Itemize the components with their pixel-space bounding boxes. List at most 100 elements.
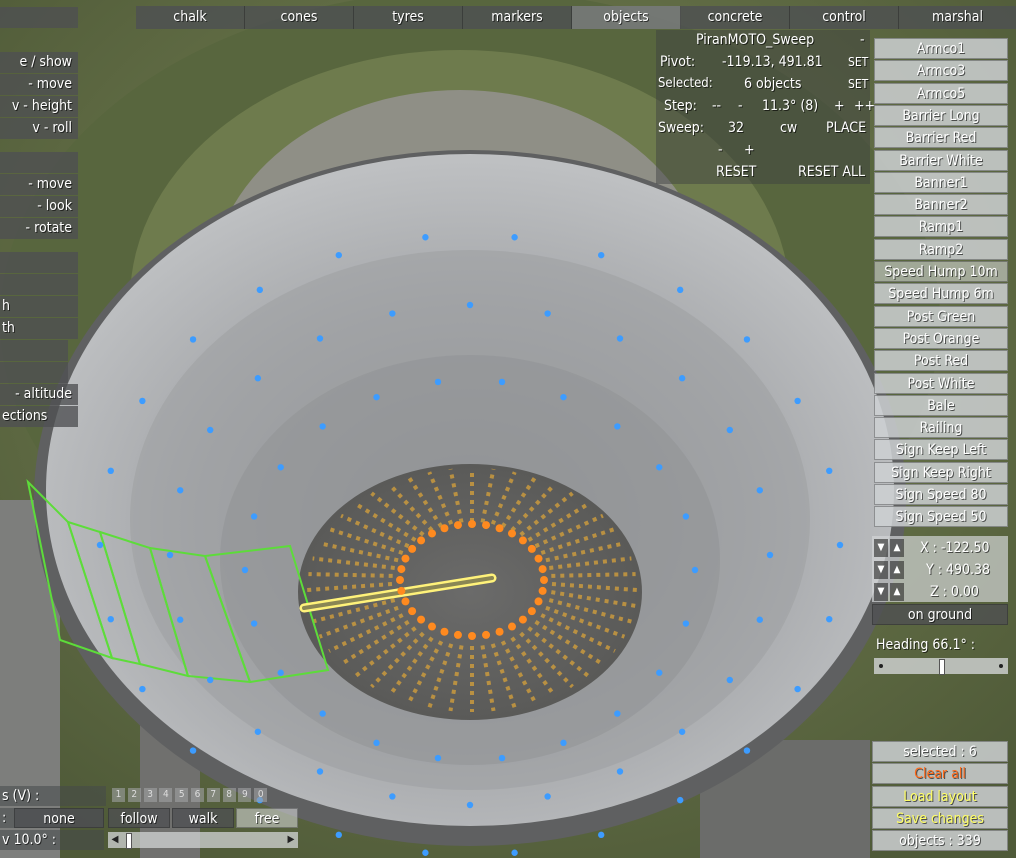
- marker-dot: [206, 676, 214, 684]
- left-btn-13[interactable]: [0, 340, 68, 361]
- left-btn-15[interactable]: - altitude: [0, 384, 78, 405]
- marker-dot: [189, 336, 197, 343]
- object-item[interactable]: Post Green: [874, 305, 1008, 327]
- z-down-button[interactable]: ▼: [874, 583, 888, 601]
- fov-slider[interactable]: [108, 832, 298, 848]
- object-item[interactable]: Post White: [874, 372, 1008, 394]
- camera-walk-button[interactable]: walk: [172, 808, 234, 828]
- object-item[interactable]: Bale: [874, 394, 1008, 416]
- object-item[interactable]: Speed Hump 6m: [874, 283, 1008, 305]
- step-dec1-button[interactable]: -: [738, 96, 743, 116]
- camera-none-button[interactable]: none: [14, 808, 104, 828]
- object-item[interactable]: Armco1: [874, 38, 1008, 59]
- step-dec2-button[interactable]: --: [712, 96, 721, 116]
- clear-all-button[interactable]: Clear all: [872, 763, 1008, 784]
- left-btn-0[interactable]: [0, 7, 78, 28]
- camera-follow-button[interactable]: follow: [108, 808, 170, 828]
- camera-number-9[interactable]: 9: [238, 788, 252, 802]
- camera-number-5[interactable]: 5: [175, 788, 189, 802]
- left-btn-3[interactable]: v - height: [0, 96, 78, 117]
- tab-chalk[interactable]: chalk: [136, 6, 245, 29]
- reset-button[interactable]: RESET: [716, 162, 756, 182]
- sweep-direction-button[interactable]: cw: [780, 118, 797, 138]
- object-item[interactable]: Barrier Red: [874, 127, 1008, 149]
- marker-dot: [241, 566, 249, 574]
- heading-right-dot[interactable]: [999, 664, 1003, 668]
- left-btn-7[interactable]: - look: [0, 196, 78, 217]
- object-item[interactable]: Ramp1: [874, 216, 1008, 238]
- tab-objects[interactable]: objects: [572, 6, 681, 29]
- marker-dot: [335, 831, 342, 839]
- reset-all-button[interactable]: RESET ALL: [798, 162, 865, 182]
- tab-markers[interactable]: markers: [463, 6, 572, 29]
- camera-number-6[interactable]: 6: [191, 788, 204, 802]
- collapse-button[interactable]: -: [860, 30, 865, 50]
- camera-number-1[interactable]: 1: [112, 788, 125, 802]
- object-item[interactable]: Post Orange: [874, 327, 1008, 349]
- camera-number-0[interactable]: 0: [254, 788, 268, 802]
- y-up-button[interactable]: ▲: [890, 561, 904, 579]
- heading-thumb[interactable]: [939, 659, 945, 675]
- save-changes-button[interactable]: Save changes: [872, 808, 1008, 829]
- step-inc2-button[interactable]: ++: [854, 96, 875, 116]
- object-item[interactable]: Post Red: [874, 350, 1008, 372]
- left-btn-2[interactable]: - move: [0, 74, 78, 95]
- sweep-point: [534, 597, 543, 606]
- left-btn-4[interactable]: v - roll: [0, 118, 78, 139]
- object-item[interactable]: Ramp2: [874, 238, 1008, 260]
- sweep-point: [468, 632, 476, 640]
- tab-tyres[interactable]: tyres: [354, 6, 463, 29]
- fov-right-arrow[interactable]: ▶: [284, 831, 298, 849]
- load-layout-button[interactable]: Load layout: [872, 786, 1008, 807]
- tab-concrete[interactable]: concrete: [681, 6, 790, 29]
- step-inc1-button[interactable]: +: [834, 96, 845, 116]
- left-btn-16[interactable]: ections: [0, 406, 78, 427]
- camera-number-7[interactable]: 7: [206, 788, 220, 802]
- left-btn-9[interactable]: [0, 252, 78, 273]
- object-item[interactable]: Sign Speed 80: [874, 484, 1008, 505]
- selected-set-button[interactable]: SET: [848, 74, 868, 94]
- pivot-set-button[interactable]: SET: [848, 52, 868, 72]
- left-btn-12[interactable]: th: [0, 318, 78, 339]
- sweep-plus-button[interactable]: +: [744, 140, 755, 160]
- fov-thumb[interactable]: [126, 833, 132, 849]
- marker-dot: [544, 793, 551, 800]
- object-item[interactable]: Sign Keep Left: [874, 439, 1008, 461]
- object-item[interactable]: Speed Hump 10m: [874, 261, 1008, 282]
- left-btn-5[interactable]: [0, 152, 78, 173]
- camera-free-button[interactable]: free: [236, 808, 298, 828]
- object-item[interactable]: Armco5: [874, 82, 1008, 104]
- object-item[interactable]: Sign Keep Right: [874, 461, 1008, 483]
- x-down-button[interactable]: ▼: [874, 539, 888, 557]
- object-item[interactable]: Barrier Long: [874, 104, 1008, 126]
- camera-number-3[interactable]: 3: [143, 788, 157, 802]
- left-btn-11[interactable]: h: [0, 296, 78, 317]
- marker-dot: [434, 378, 442, 386]
- sweep-minus-button[interactable]: -: [718, 140, 723, 160]
- object-item[interactable]: Banner1: [874, 171, 1008, 193]
- on-ground-button[interactable]: on ground: [872, 604, 1008, 625]
- object-item[interactable]: Railing: [874, 417, 1008, 439]
- left-btn-6[interactable]: - move: [0, 174, 78, 195]
- tab-cones[interactable]: cones: [245, 6, 354, 29]
- y-down-button[interactable]: ▼: [874, 561, 888, 579]
- tab-marshal[interactable]: marshal: [899, 6, 1016, 29]
- place-button[interactable]: PLACE: [826, 118, 866, 138]
- camera-number-4[interactable]: 4: [159, 788, 173, 802]
- object-item[interactable]: Armco3: [874, 60, 1008, 82]
- heading-left-dot[interactable]: [879, 664, 883, 668]
- left-btn-14[interactable]: [0, 362, 68, 383]
- x-up-button[interactable]: ▲: [890, 539, 904, 557]
- left-btn-8[interactable]: - rotate: [0, 218, 78, 239]
- object-item[interactable]: Sign Speed 50: [874, 506, 1008, 528]
- z-up-button[interactable]: ▲: [890, 583, 904, 601]
- object-item[interactable]: Banner2: [874, 194, 1008, 216]
- left-btn-10[interactable]: [0, 274, 78, 295]
- left-btn-1[interactable]: e / show: [0, 52, 78, 73]
- tab-control[interactable]: control: [790, 6, 899, 29]
- object-item[interactable]: Barrier White: [874, 149, 1008, 171]
- camera-number-2[interactable]: 2: [127, 788, 141, 802]
- camera-number-8[interactable]: 8: [222, 788, 236, 802]
- marker-dot: [139, 397, 146, 405]
- fov-left-arrow[interactable]: ◀: [108, 831, 122, 849]
